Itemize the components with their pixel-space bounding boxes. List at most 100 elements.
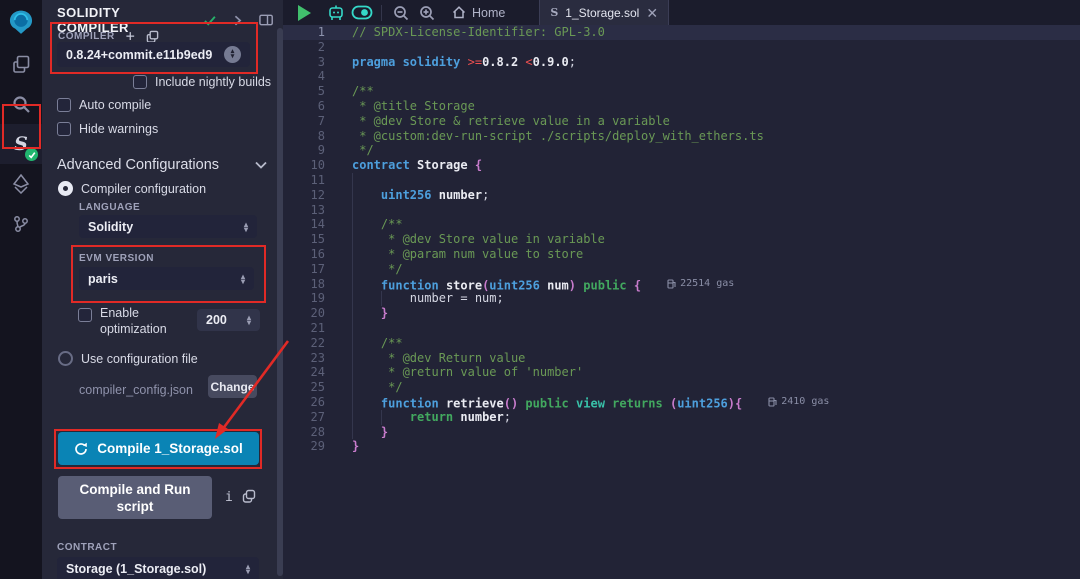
code-text: * @dev Store value in variable — [325, 232, 605, 247]
code-line[interactable]: 25 */ — [283, 380, 1080, 395]
file-explorer-icon[interactable] — [0, 44, 42, 84]
solidity-compiler-icon[interactable]: S — [0, 124, 42, 164]
chevron-down-icon[interactable] — [255, 161, 267, 169]
chevron-right-icon[interactable] — [234, 15, 242, 26]
contract-value: Storage (1_Storage.sol) — [66, 562, 206, 576]
code-line[interactable]: 9 */ — [283, 143, 1080, 158]
zoom-out-icon[interactable] — [388, 0, 414, 25]
info-icon[interactable]: i — [225, 490, 233, 505]
line-number: 29 — [283, 439, 325, 454]
code-line[interactable]: 5/** — [283, 84, 1080, 99]
compile-button[interactable]: Compile 1_Storage.sol — [58, 432, 259, 465]
code-line[interactable]: 14 /** — [283, 217, 1080, 232]
compiler-section-label: COMPILER — [58, 31, 115, 42]
git-icon[interactable] — [0, 204, 42, 244]
code-text: */ — [325, 262, 403, 277]
tab-home[interactable]: Home — [440, 0, 517, 25]
code-line[interactable]: 1// SPDX-License-Identifier: GPL-3.0 — [283, 25, 1080, 40]
code-editor[interactable]: 1// SPDX-License-Identifier: GPL-3.023pr… — [283, 25, 1080, 579]
code-line[interactable]: 13 — [283, 203, 1080, 218]
code-line[interactable]: 10contract Storage { — [283, 158, 1080, 173]
config-file-name[interactable]: compiler_config.json — [79, 383, 193, 397]
code-text: // SPDX-License-Identifier: GPL-3.0 — [325, 25, 605, 40]
code-line[interactable]: 6 * @title Storage — [283, 99, 1080, 114]
code-line[interactable]: 11 — [283, 173, 1080, 188]
close-tab-icon[interactable]: ✕ — [646, 7, 658, 19]
evm-version-select[interactable]: paris ▴▾ — [79, 267, 254, 290]
gas-estimate-annotation[interactable]: 2410 gas — [768, 395, 829, 410]
line-number: 6 — [283, 99, 325, 114]
code-line[interactable]: 29} — [283, 439, 1080, 454]
code-line[interactable]: 28 } — [283, 425, 1080, 440]
code-text: } — [325, 425, 388, 440]
code-text: pragma solidity >=0.8.2 <0.9.0; — [325, 55, 576, 70]
code-text: * @dev Store & retrieve value in a varia… — [325, 114, 670, 129]
code-line[interactable]: 15 * @dev Store value in variable — [283, 232, 1080, 247]
line-number: 12 — [283, 188, 325, 203]
code-line[interactable]: 8 * @custom:dev-run-script ./scripts/dep… — [283, 129, 1080, 144]
language-select[interactable]: Solidity ▴▾ — [79, 215, 257, 238]
code-line[interactable]: 16 * @param num value to store — [283, 247, 1080, 262]
version-spinner-icon: ▴▾ — [224, 46, 241, 63]
remix-logo-icon[interactable] — [0, 0, 42, 44]
language-value: Solidity — [88, 220, 133, 234]
code-line[interactable]: 19 number = num; — [283, 291, 1080, 306]
enable-optimization-checkbox[interactable] — [78, 308, 92, 322]
compiler-version-select[interactable]: 0.8.24+commit.e11b9ed9 ▴▾ — [57, 42, 250, 67]
code-line[interactable]: 2 — [283, 40, 1080, 55]
code-line[interactable]: 4 — [283, 69, 1080, 84]
deploy-and-run-icon[interactable] — [0, 164, 42, 204]
code-line[interactable]: 22 /** — [283, 336, 1080, 351]
code-line[interactable]: 17 */ — [283, 262, 1080, 277]
line-number: 1 — [283, 25, 325, 40]
zoom-in-icon[interactable] — [414, 0, 440, 25]
run-script-icon[interactable] — [291, 0, 317, 25]
line-number: 16 — [283, 247, 325, 262]
icon-rail: S — [0, 0, 42, 579]
code-line[interactable]: 27 return number; — [283, 410, 1080, 425]
compiler-configuration-radio[interactable] — [58, 181, 73, 196]
copy-compiler-icon[interactable] — [146, 30, 159, 43]
hide-warnings-checkbox[interactable] — [57, 122, 71, 136]
optimization-runs-input[interactable]: 200 ▴▾ — [197, 309, 260, 331]
code-line[interactable]: 26 function retrieve() public view retur… — [283, 395, 1080, 410]
gas-estimate-annotation[interactable]: 22514 gas — [667, 277, 734, 292]
copy-script-icon[interactable] — [242, 489, 256, 503]
hide-warnings-label: Hide warnings — [79, 122, 158, 136]
home-icon — [452, 6, 466, 19]
auto-compile-checkbox[interactable] — [57, 98, 71, 112]
pin-panel-icon[interactable] — [259, 14, 273, 26]
line-number: 17 — [283, 262, 325, 277]
code-line[interactable]: 21 — [283, 321, 1080, 336]
compile-and-run-button[interactable]: Compile and Run script — [58, 476, 212, 519]
use-configuration-file-radio[interactable] — [58, 351, 73, 366]
code-line[interactable]: 3pragma solidity >=0.8.2 <0.9.0; — [283, 55, 1080, 70]
code-line[interactable]: 20 } — [283, 306, 1080, 321]
contract-select[interactable]: Storage (1_Storage.sol) ▴▾ — [57, 557, 259, 579]
line-number: 27 — [283, 410, 325, 425]
toggle-terminal-icon[interactable] — [349, 0, 375, 25]
enable-optimization-label: Enable optimization — [100, 305, 180, 337]
code-text: */ — [325, 380, 403, 395]
code-text: contract Storage { — [325, 158, 482, 173]
code-line[interactable]: 18 function store(uint256 num) public {2… — [283, 277, 1080, 292]
code-text: /** — [325, 84, 374, 99]
nightly-builds-checkbox[interactable] — [133, 75, 147, 89]
advanced-configurations-title[interactable]: Advanced Configurations — [57, 157, 219, 173]
compiler-configuration-label: Compiler configuration — [81, 182, 206, 196]
line-number: 5 — [283, 84, 325, 99]
search-icon[interactable] — [0, 84, 42, 124]
change-config-button[interactable]: Change — [208, 375, 257, 398]
code-line[interactable]: 23 * @dev Return value — [283, 351, 1080, 366]
runs-spinner-icon: ▴▾ — [247, 315, 251, 325]
panel-scrollbar[interactable] — [277, 28, 283, 576]
code-line[interactable]: 24 * @return value of 'number' — [283, 365, 1080, 380]
code-text: * @return value of 'number' — [325, 365, 583, 380]
remix-ide-window: S SOLIDITY COMPILER COMPILER — [0, 0, 1080, 579]
ai-assistant-icon[interactable] — [323, 0, 349, 25]
code-line[interactable]: 7 * @dev Store & retrieve value in a var… — [283, 114, 1080, 129]
tab-1-storage-sol[interactable]: S 1_Storage.sol ✕ — [539, 0, 669, 25]
line-number: 23 — [283, 351, 325, 366]
compile-success-check-icon — [204, 15, 216, 26]
code-line[interactable]: 12 uint256 number; — [283, 188, 1080, 203]
